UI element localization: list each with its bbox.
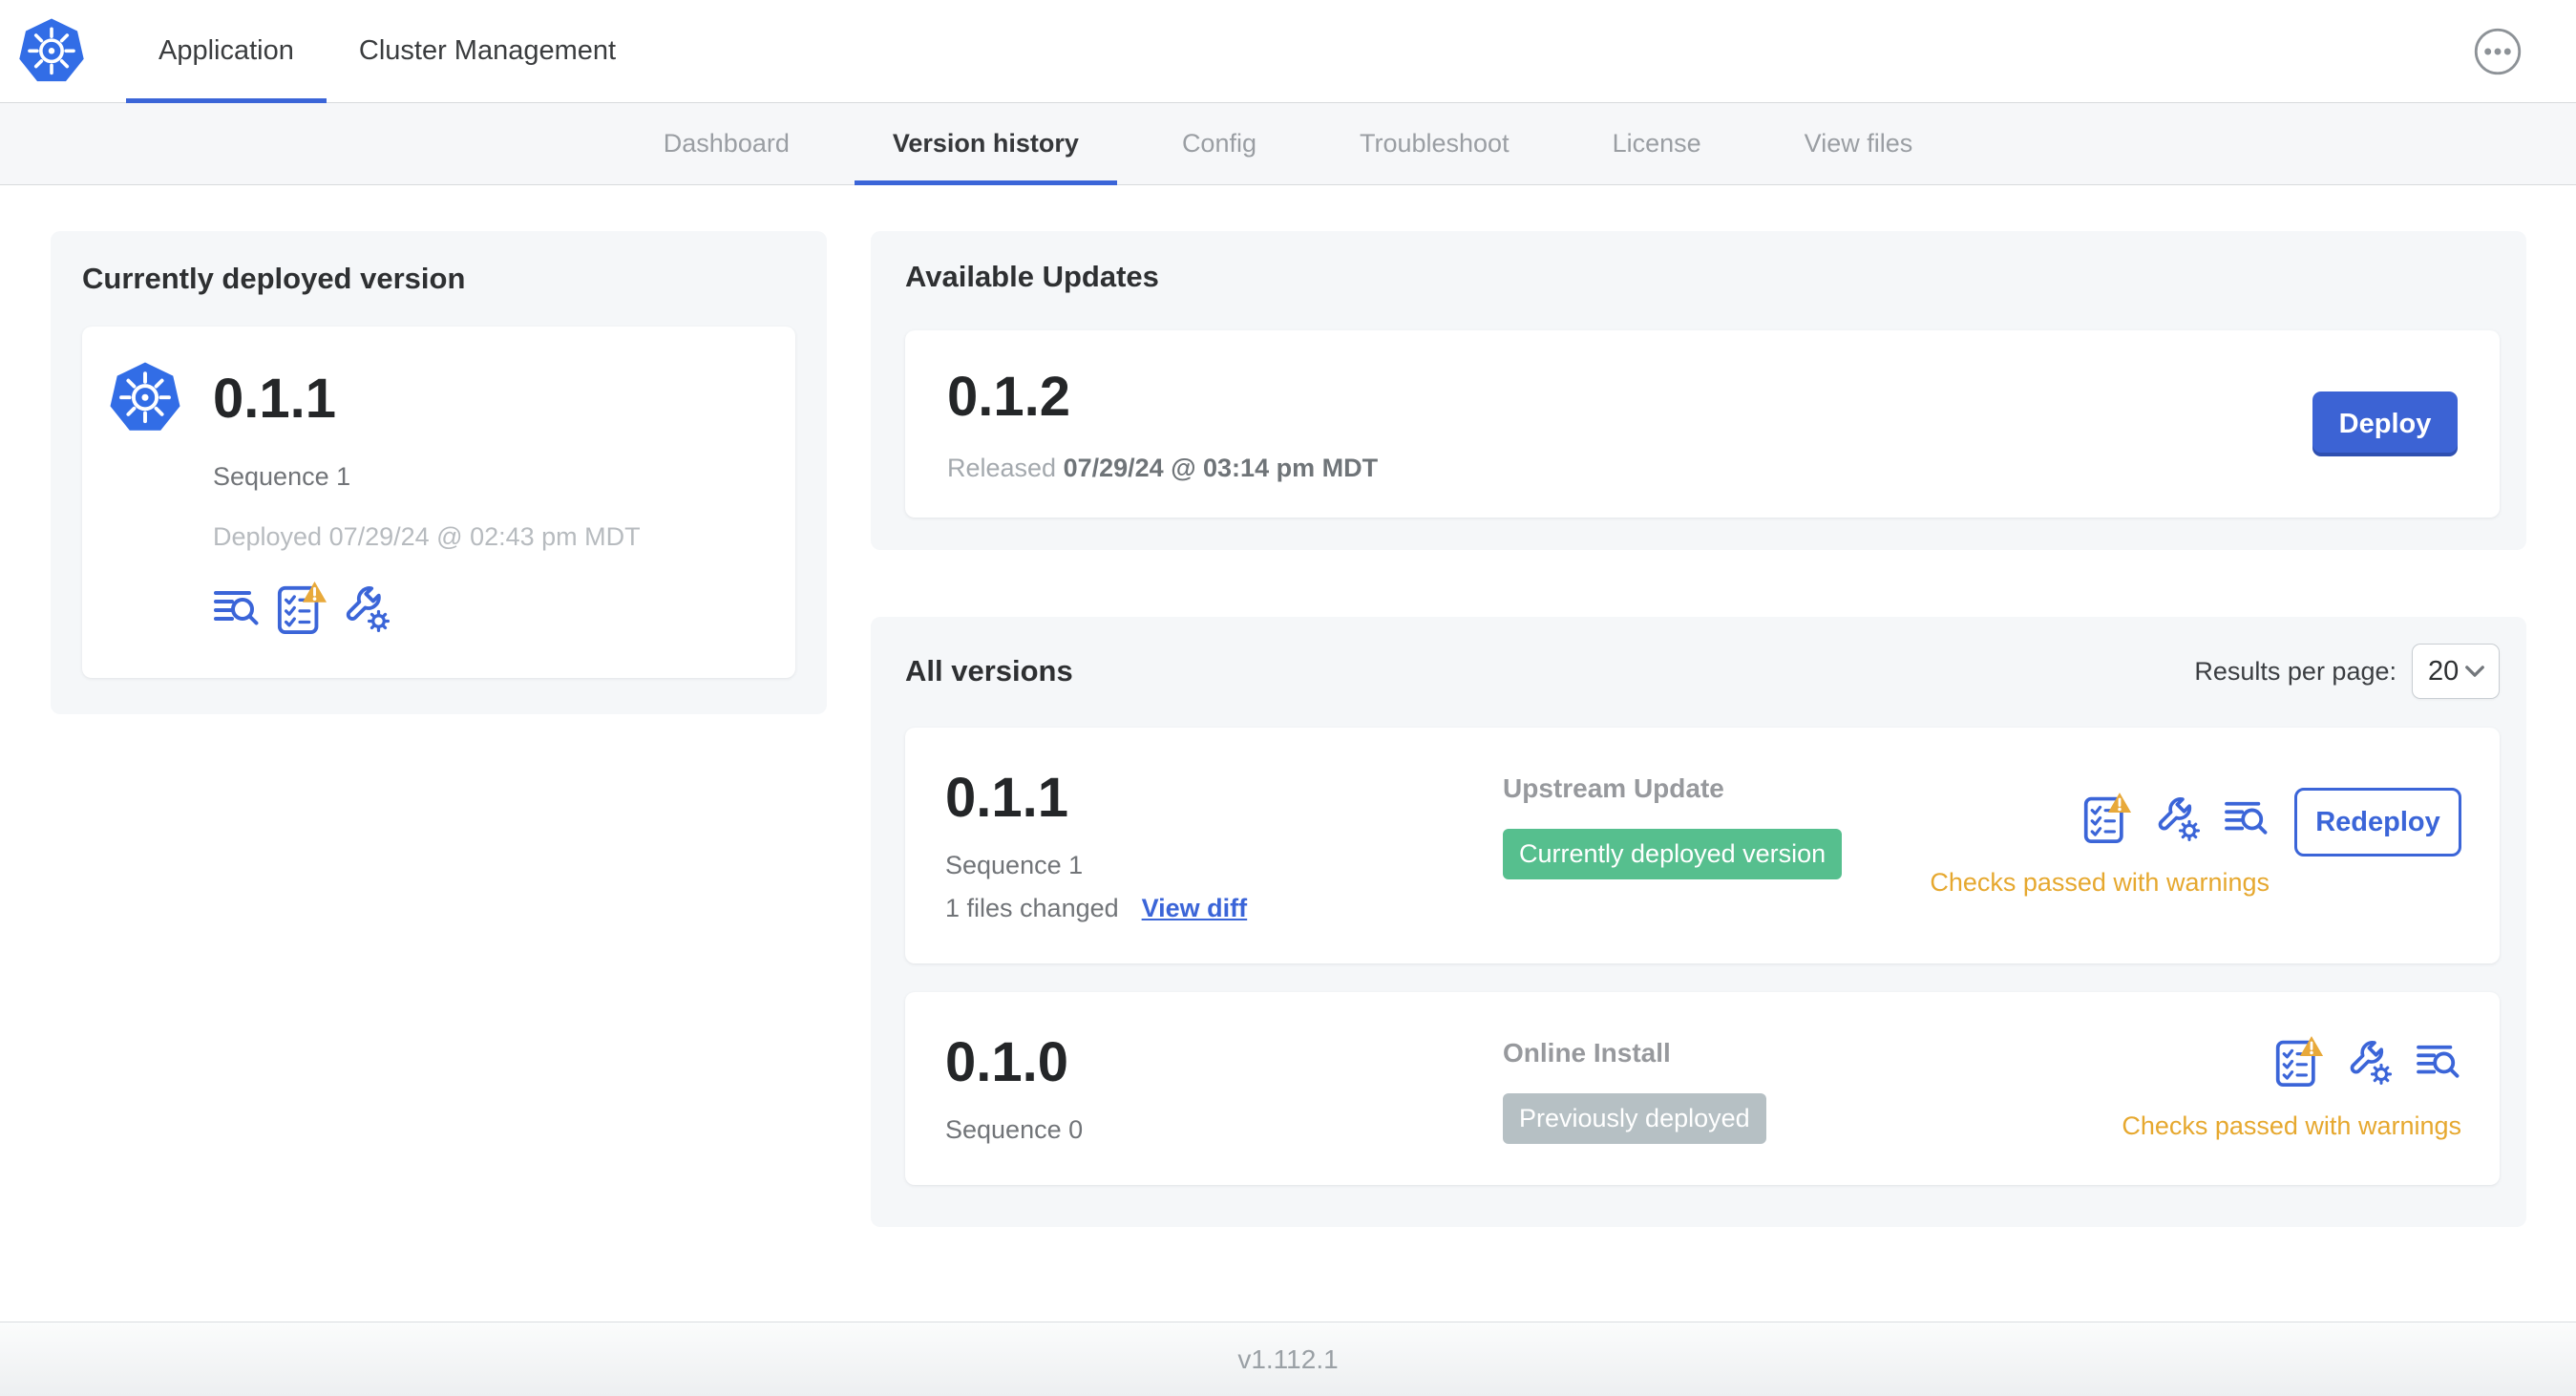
checks-status-link[interactable]: Checks passed with warnings (2122, 1111, 2461, 1141)
subnav-tab-troubleshoot[interactable]: Troubleshoot (1321, 103, 1548, 184)
console-version: v1.112.1 (1237, 1343, 1339, 1374)
subnav-tab-view-files[interactable]: View files (1766, 103, 1952, 184)
diff-lines-magnifier-icon (2224, 799, 2270, 837)
version-number: 0.1.0 (945, 1031, 1068, 1093)
available-updates-card: Available Updates 0.1.2 Released 07/29/2… (871, 231, 2526, 550)
edit-config-button[interactable] (2347, 1039, 2393, 1085)
view-logs-button[interactable] (213, 588, 261, 628)
version-sequence: Sequence 0 (945, 1115, 1084, 1144)
deployed-sequence: Sequence 1 (213, 462, 351, 491)
preflight-checklist-warning-icon (2082, 792, 2132, 845)
results-per-page-select[interactable]: 20 (2412, 644, 2500, 699)
version-number: 0.1.1 (945, 767, 1068, 829)
subnav-tab-config[interactable]: Config (1144, 103, 1295, 184)
main-content: Currently deployed version 0.1.1 Sequenc… (0, 185, 2576, 1227)
subnav-tab-version-history[interactable]: Version history (854, 103, 1118, 185)
currently-deployed-title: Currently deployed version (82, 262, 466, 295)
version-info: 0.1.0 Sequence 0 (945, 1030, 1503, 1145)
deployed-version-number: 0.1.1 (213, 367, 336, 430)
wrench-gear-icon (2155, 795, 2201, 841)
checks-group: Checks passed with warnings (2122, 1035, 2461, 1141)
preflight-checklist-warning-icon (2274, 1035, 2324, 1089)
files-changed-line: 1 files changed View diff (945, 894, 1503, 923)
version-actions: Checks passed with warnings Redeploy (1930, 788, 2461, 898)
wrench-gear-icon (343, 584, 391, 632)
preflight-checklist-warning-icon (276, 581, 327, 636)
released-date: 07/29/24 @ 03:14 pm MDT (1063, 454, 1379, 482)
currently-deployed-card: Currently deployed version 0.1.1 Sequenc… (51, 231, 827, 714)
results-per-page: Results per page: 20 (2194, 644, 2500, 699)
checks-group: Checks passed with warnings (1930, 792, 2270, 898)
deployed-timestamp: Deployed 07/29/24 @ 02:43 pm MDT (213, 522, 641, 551)
top-nav: Application Cluster Management (0, 0, 2576, 103)
released-label: Released (947, 454, 1057, 482)
left-column: Currently deployed version 0.1.1 Sequenc… (51, 231, 827, 1227)
version-sequence: Sequence 1 (945, 851, 1084, 879)
ellipsis-icon (2473, 27, 2523, 76)
all-versions-card: All versions Results per page: 20 0.1.1 … (871, 617, 2526, 1227)
diff-lines-magnifier-icon (213, 588, 261, 628)
version-actions-col: Checks passed with warnings Redeploy (1930, 766, 2461, 923)
preflight-checks-button[interactable] (2274, 1035, 2324, 1089)
deployed-version-actions (213, 581, 767, 636)
edit-config-button[interactable] (2155, 795, 2201, 841)
deployed-version-details: Sequence 1 Deployed 07/29/24 @ 02:43 pm … (213, 462, 767, 636)
update-released-line: Released 07/29/24 @ 03:14 pm MDT (947, 454, 1378, 483)
update-info: 0.1.2 Released 07/29/24 @ 03:14 pm MDT (947, 365, 1378, 483)
wrench-gear-icon (2347, 1039, 2393, 1085)
footer: v1.112.1 (0, 1322, 2576, 1396)
update-version-number: 0.1.2 (947, 366, 1070, 428)
available-updates-title: Available Updates (905, 260, 1159, 293)
right-column: Available Updates 0.1.2 Released 07/29/2… (871, 231, 2526, 1227)
checks-status-link[interactable]: Checks passed with warnings (1930, 868, 2270, 898)
status-badge: Previously deployed (1503, 1093, 1766, 1144)
sub-nav: Dashboard Version history Config Trouble… (0, 103, 2576, 185)
kubernetes-logo-icon (17, 17, 86, 86)
deployed-version-header: 0.1.1 (108, 361, 767, 435)
version-actions-col: Checks passed with warnings (2122, 1030, 2461, 1145)
files-changed-text: 1 files changed (945, 894, 1119, 922)
top-tab-application-label: Application (158, 35, 294, 66)
more-menu-button[interactable] (2473, 27, 2523, 76)
version-actions: Checks passed with warnings (2122, 1035, 2461, 1141)
version-info: 0.1.1 Sequence 1 1 files changed View di… (945, 766, 1503, 923)
version-source: Online Install (1503, 1038, 1671, 1068)
preflight-checks-button[interactable] (2082, 792, 2132, 845)
version-row-0-1-0: 0.1.0 Sequence 0 Online Install Previous… (905, 992, 2500, 1185)
results-per-page-label: Results per page: (2194, 656, 2397, 686)
subnav-tab-dashboard[interactable]: Dashboard (625, 103, 828, 184)
version-action-icons (2082, 792, 2270, 845)
view-logs-button[interactable] (2224, 799, 2270, 837)
version-action-icons (2274, 1035, 2461, 1089)
top-tab-application[interactable]: Application (126, 0, 327, 103)
top-tab-cluster-management-label: Cluster Management (358, 35, 617, 66)
version-row-0-1-1: 0.1.1 Sequence 1 1 files changed View di… (905, 728, 2500, 963)
subnav-tab-license[interactable]: License (1574, 103, 1740, 184)
currently-deployed-version-card: 0.1.1 Sequence 1 Deployed 07/29/24 @ 02:… (82, 327, 795, 678)
diff-lines-magnifier-icon (2416, 1043, 2461, 1081)
view-logs-button[interactable] (2416, 1043, 2461, 1081)
version-source: Upstream Update (1503, 773, 1724, 803)
update-row: 0.1.2 Released 07/29/24 @ 03:14 pm MDT D… (905, 330, 2500, 518)
preflight-checks-button[interactable] (276, 581, 327, 636)
top-tab-cluster-management[interactable]: Cluster Management (327, 0, 648, 102)
status-badge: Currently deployed version (1503, 829, 1843, 879)
edit-config-button[interactable] (343, 584, 391, 632)
version-source-col: Upstream Update Currently deployed versi… (1503, 766, 1843, 923)
kubernetes-app-icon (108, 361, 182, 435)
deploy-button[interactable]: Deploy (2312, 391, 2458, 456)
redeploy-button[interactable]: Redeploy (2294, 788, 2461, 857)
all-versions-title: All versions (905, 654, 1073, 687)
all-versions-header: All versions Results per page: 20 (905, 644, 2500, 699)
view-diff-link[interactable]: View diff (1142, 894, 1248, 923)
chevron-down-icon (2464, 665, 2485, 678)
version-source-col: Online Install Previously deployed (1503, 1030, 1766, 1145)
results-per-page-value: 20 (2428, 655, 2460, 687)
